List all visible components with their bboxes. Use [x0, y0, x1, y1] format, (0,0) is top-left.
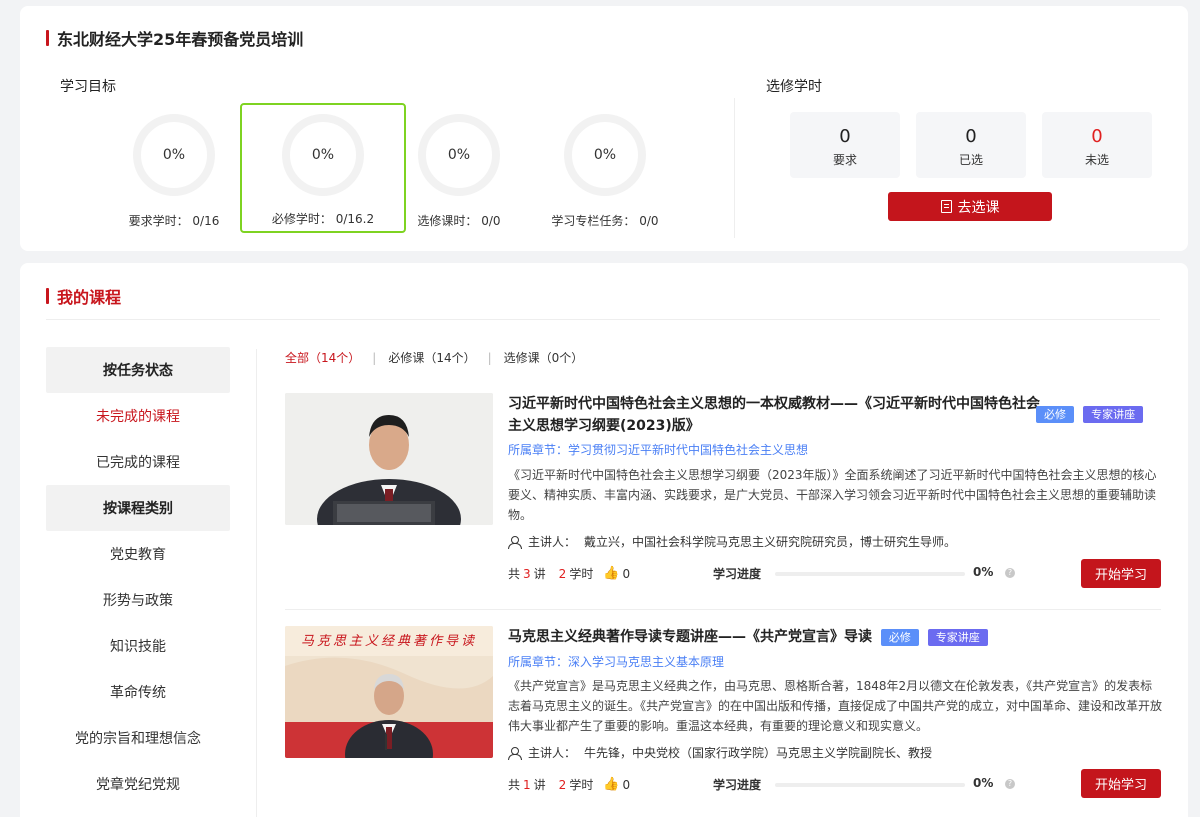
lecture-count: 1 — [523, 777, 531, 792]
sidebar-group-course-category: 按课程类别 — [46, 485, 230, 531]
title-accent-bar — [46, 30, 49, 46]
training-summary-card: 东北财经大学25年春预备党员培训 学习目标 0% 要求学时： 0/16 0% 必… — [20, 6, 1188, 251]
sidebar-item-party-rules[interactable]: 党章党纪党规 — [46, 761, 230, 807]
sidebar-item-finished[interactable]: 已完成的课程 — [46, 439, 230, 485]
progress-ring: 0% — [418, 114, 500, 196]
course-thumbnail[interactable] — [285, 393, 493, 525]
filter-elective[interactable]: 选修课（0个） — [504, 349, 596, 366]
user-icon — [508, 746, 522, 760]
tag-compulsory: 必修 — [880, 628, 919, 646]
start-learning-button[interactable]: 开始学习 — [1081, 769, 1161, 798]
progress-ring: 0% — [282, 114, 364, 196]
elective-hours-heading: 选修学时 — [766, 79, 822, 95]
goal-elective-hours: 0% 选修课时： 0/0 — [377, 106, 541, 236]
thumb-up-icon[interactable]: 👍 — [603, 566, 619, 581]
progress-ring: 0% — [564, 114, 646, 196]
course-description: 《共产党宣言》是马克思主义经典之作，由马克思、恩格斯合著，1848年2月以德文在… — [508, 679, 1163, 733]
my-courses-card: 我的课程 按任务状态 未完成的课程 已完成的课程 按课程类别 党史教育 形势与政… — [20, 263, 1188, 817]
like-count: 0 — [622, 777, 631, 792]
progress-ring: 0% — [133, 114, 215, 196]
course-chapter[interactable]: 所属章节：深入学习马克思主义基本原理 — [508, 653, 724, 670]
progress-percent: 0% — [973, 776, 994, 790]
user-icon — [508, 535, 522, 549]
course-title[interactable]: 习近平新时代中国特色社会主义思想的一本权威教材——《习近平新时代中国特色社会主义… — [508, 393, 1048, 437]
my-courses-title: 我的课程 — [46, 284, 121, 308]
lecture-count: 3 — [523, 566, 531, 581]
lecturer-video-image — [285, 393, 493, 525]
progress-bar — [775, 783, 965, 787]
sidebar-item-revolution-tradition[interactable]: 革命传统 — [46, 669, 230, 715]
goal-label: 学习专栏任务： 0/0 — [551, 214, 659, 228]
go-select-courses-button[interactable]: 去选课 — [888, 192, 1052, 221]
course-item: 习近平新时代中国特色社会主义思想的一本权威教材——《习近平新时代中国特色社会主义… — [285, 393, 1161, 593]
help-icon[interactable]: ? — [1005, 779, 1015, 789]
thumb-up-icon[interactable]: 👍 — [603, 777, 619, 792]
course-filter-sidebar: 按任务状态 未完成的课程 已完成的课程 按课程类别 党史教育 形势与政策 知识技… — [46, 347, 230, 807]
progress-label: 学习进度 — [713, 567, 762, 581]
goal-column-tasks: 0% 学习专栏任务： 0/0 — [523, 106, 687, 236]
course-description: 《习近平新时代中国特色社会主义思想学习纲要（2023年版）》全面系统阐述了习近平… — [508, 468, 1157, 522]
filter-separator: | — [372, 350, 377, 365]
course-separator — [285, 609, 1161, 610]
filter-compulsory[interactable]: 必修课（14个） — [388, 349, 487, 366]
hour-count: 2 — [558, 566, 567, 581]
course-lecturer: 主讲人： 牛先锋，中央党校（国家行政学院）马克思主义学院副院长、教授 — [508, 744, 932, 761]
sidebar-divider — [256, 349, 257, 817]
document-icon — [940, 200, 952, 213]
sidebar-item-skills[interactable]: 知识技能 — [46, 623, 230, 669]
course-lecturer: 主讲人： 戴立兴，中国社会科学院马克思主义研究院研究员，博士研究生导师。 — [508, 533, 956, 550]
tag-expert-lecture: 专家讲座 — [1083, 406, 1144, 423]
course-item: 马克思主义经典著作导读 马克思主义经典著作导读专题讲座——《共产党宣言》导读 必… — [285, 626, 1163, 817]
course-meta: 共 1 讲 2 学时 👍 0 — [508, 777, 631, 792]
goal-required-hours: 0% 要求学时： 0/16 — [92, 106, 256, 236]
goal-label: 要求学时： 0/16 — [128, 214, 220, 228]
stat-selected: 0 已选 — [916, 112, 1026, 178]
filter-all[interactable]: 全部（14个） — [285, 349, 372, 366]
help-icon[interactable]: ? — [1005, 568, 1015, 578]
page-title: 东北财经大学25年春预备党员培训 — [46, 26, 303, 50]
tag-expert-lecture: 专家讲座 — [927, 628, 988, 646]
progress-bar — [775, 572, 965, 576]
stat-unselected: 0 未选 — [1042, 112, 1152, 178]
hour-count: 2 — [558, 777, 567, 792]
sidebar-item-party-history[interactable]: 党史教育 — [46, 531, 230, 577]
goal-label: 选修课时： 0/0 — [417, 214, 501, 228]
vertical-divider — [734, 98, 735, 238]
progress-percent: 0% — [973, 565, 994, 579]
course-chapter[interactable]: 所属章节：学习贯彻习近平新时代中国特色社会主义思想 — [508, 441, 808, 458]
learning-goals-heading: 学习目标 — [60, 79, 116, 95]
start-learning-button[interactable]: 开始学习 — [1081, 559, 1161, 588]
sidebar-item-situation-policy[interactable]: 形势与政策 — [46, 577, 230, 623]
stat-required: 0 要求 — [790, 112, 900, 178]
sidebar-item-unfinished[interactable]: 未完成的课程 — [46, 393, 230, 439]
sidebar-item-party-ideals[interactable]: 党的宗旨和理想信念 — [46, 715, 230, 761]
course-title[interactable]: 马克思主义经典著作导读专题讲座——《共产党宣言》导读 必修 专家讲座 — [508, 626, 988, 648]
sidebar-group-task-status: 按任务状态 — [46, 347, 230, 393]
filter-separator: | — [487, 350, 492, 365]
progress-label: 学习进度 — [713, 778, 762, 792]
thumbnail-banner-text: 马克思主义经典著作导读 — [300, 634, 477, 649]
tag-compulsory: 必修 — [1036, 406, 1074, 423]
course-thumbnail[interactable]: 马克思主义经典著作导读 — [285, 626, 493, 758]
section-divider — [46, 319, 1160, 320]
course-tags: 必修 专家讲座 — [1032, 404, 1144, 423]
title-accent-bar — [46, 288, 49, 304]
like-count: 0 — [622, 566, 631, 581]
course-meta: 共 3 讲 2 学时 👍 0 — [508, 566, 631, 581]
course-type-filters: 全部（14个） | 必修课（14个） | 选修课（0个） — [285, 349, 595, 366]
